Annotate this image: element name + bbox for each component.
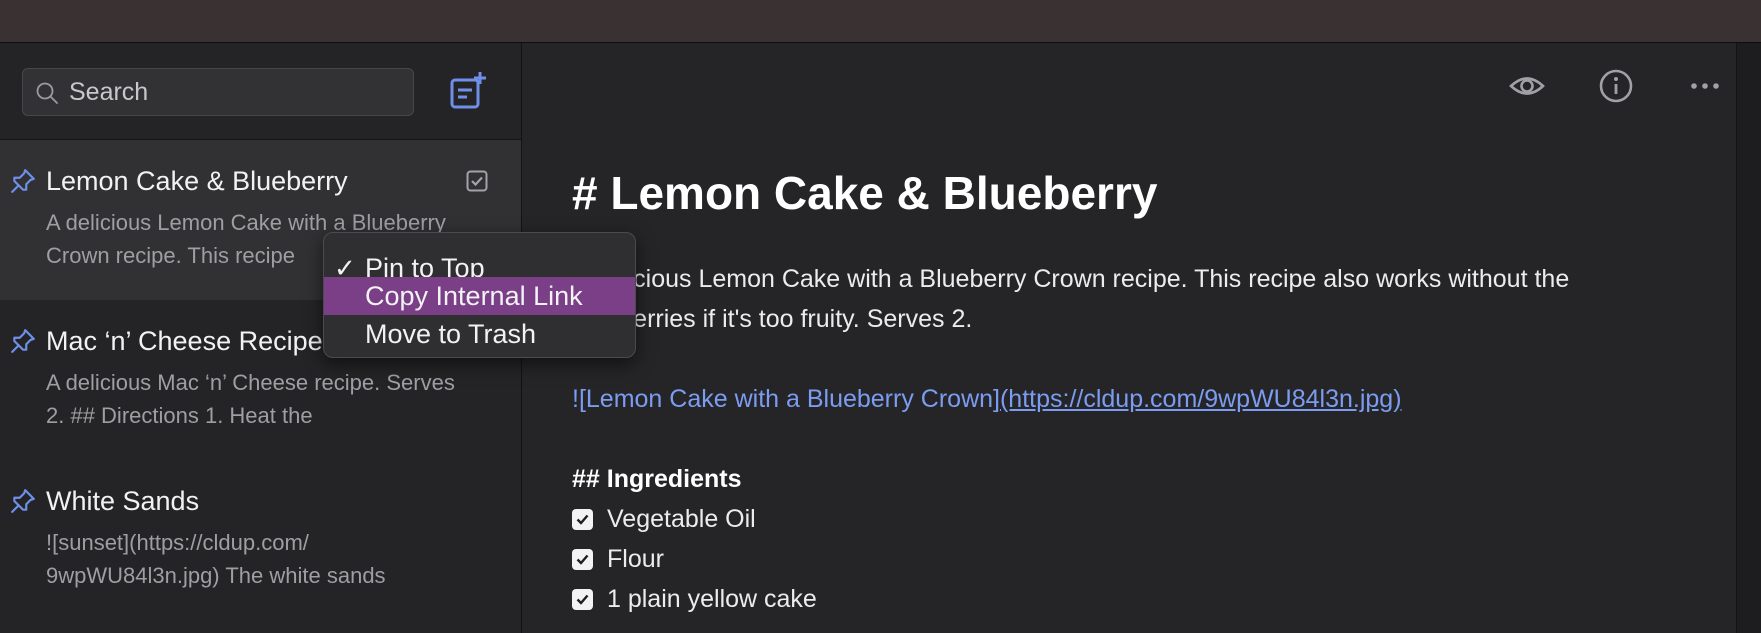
checkbox-checked[interactable] — [572, 548, 593, 570]
checklist-item-label: 1 plain yellow cake — [607, 585, 817, 613]
pin-icon — [11, 329, 35, 353]
window-titlebar — [0, 0, 1761, 43]
image-alt-text: ![Lemon Cake with a Blueberry Crown] — [572, 385, 1000, 413]
menu-item-label: Copy Internal Link — [365, 281, 583, 311]
checklist-icon — [466, 170, 488, 192]
context-menu: ✓ Pin to Top Copy Internal Link Move to … — [323, 232, 636, 358]
image-markdown-link[interactable]: ![Lemon Cake with a Blueberry Crown](htt… — [572, 379, 1712, 419]
checklist-item: 1 plain yellow cake — [572, 579, 1712, 619]
checklist-item-label: Vegetable Oil — [607, 505, 756, 533]
image-url-link[interactable]: (https://cldup.com/9wpWU84l3n.jpg) — [1000, 385, 1402, 413]
note-snippet: ![sunset](https://cldup.com/ 9wpWU84l3n.… — [46, 530, 386, 588]
menu-item-copy-internal-link[interactable]: Copy Internal Link — [324, 277, 635, 315]
note-title: White Sands — [46, 486, 200, 516]
note-content[interactable]: # Lemon Cake & Blueberry A delicious Lem… — [572, 165, 1712, 619]
checkbox-checked[interactable] — [572, 588, 593, 610]
note-snippet: A delicious Mac ‘n’ Cheese recipe. Serve… — [46, 370, 455, 428]
search-field[interactable] — [22, 68, 414, 116]
note-heading: # Lemon Cake & Blueberry — [572, 167, 1158, 219]
editor-pane[interactable]: # Lemon Cake & Blueberry A delicious Lem… — [522, 43, 1736, 633]
note-list-item[interactable]: White Sands ![sunset](https://cldup.com/… — [0, 460, 521, 620]
info-icon[interactable] — [1597, 67, 1635, 105]
checkbox-checked[interactable] — [572, 508, 593, 530]
new-note-icon[interactable] — [447, 70, 489, 112]
more-ellipsis-icon[interactable] — [1686, 67, 1724, 105]
note-title: Mac ‘n’ Cheese Recipe — [46, 326, 323, 356]
pin-icon — [11, 169, 35, 193]
search-icon — [36, 82, 58, 104]
preview-eye-icon[interactable] — [1508, 67, 1546, 105]
note-title: Lemon Cake & Blueberry — [46, 166, 348, 196]
checklist-item: Flour — [572, 539, 1712, 579]
menu-item-label: Move to Trash — [365, 319, 537, 349]
search-input[interactable] — [69, 77, 399, 107]
checklist-item: Vegetable Oil — [572, 499, 1712, 539]
menu-item-move-to-trash[interactable]: Move to Trash — [324, 315, 635, 353]
ingredients-heading: ## Ingredients — [572, 465, 742, 493]
note-paragraph: A delicious Lemon Cake with a Blueberry … — [572, 265, 1570, 333]
pin-icon — [11, 489, 35, 513]
checklist-item-label: Flour — [607, 545, 664, 573]
window-edge — [1736, 43, 1761, 633]
